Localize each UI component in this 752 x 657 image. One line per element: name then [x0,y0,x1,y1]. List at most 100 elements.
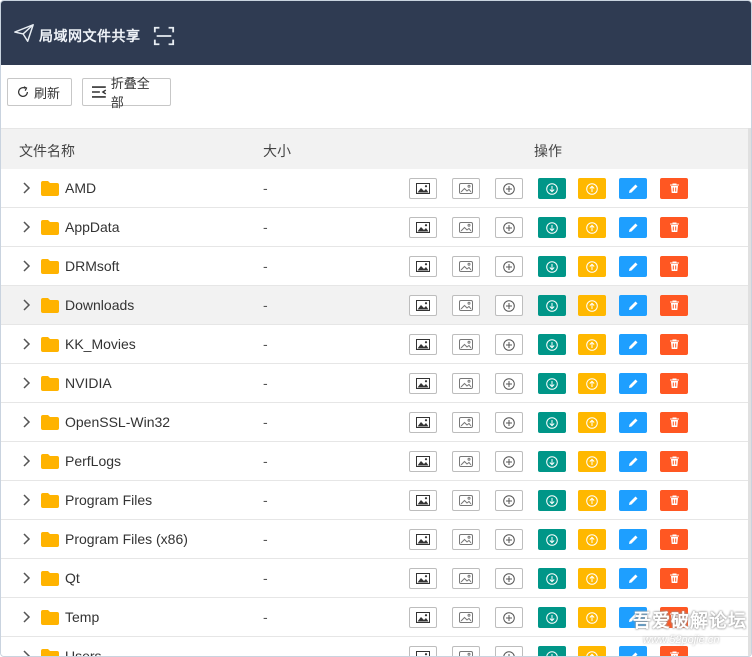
chevron-right-icon[interactable] [21,299,31,311]
table-row[interactable]: OpenSSL-Win32 - [1,403,751,442]
preview-button[interactable] [409,334,437,355]
preview-button[interactable] [409,412,437,433]
table-row[interactable]: Program Files (x86) - [1,520,751,559]
download-button[interactable] [538,295,566,316]
upload-button[interactable] [578,217,606,238]
download-button[interactable] [538,178,566,199]
preview-button[interactable] [409,607,437,628]
file-name[interactable]: AppData [65,219,119,235]
file-name[interactable]: NVIDIA [65,375,112,391]
chevron-right-icon[interactable] [21,650,31,657]
download-button[interactable] [538,217,566,238]
upload-button[interactable] [578,373,606,394]
preview-button[interactable] [409,217,437,238]
rename-button[interactable] [619,646,647,656]
table-row[interactable]: Program Files - [1,481,751,520]
thumbnail-button[interactable] [452,295,480,316]
preview-button[interactable] [409,529,437,550]
chevron-right-icon[interactable] [21,377,31,389]
table-row[interactable]: Qt - [1,559,751,598]
download-button[interactable] [538,607,566,628]
file-name[interactable]: Users [65,648,102,656]
thumbnail-button[interactable] [452,178,480,199]
delete-button[interactable] [660,529,688,550]
file-name[interactable]: Qt [65,570,80,586]
rename-button[interactable] [619,373,647,394]
preview-button[interactable] [409,256,437,277]
file-name[interactable]: PerfLogs [65,453,121,469]
preview-button[interactable] [409,178,437,199]
rename-button[interactable] [619,529,647,550]
chevron-right-icon[interactable] [21,494,31,506]
delete-button[interactable] [660,373,688,394]
upload-button[interactable] [578,646,606,656]
download-button[interactable] [538,256,566,277]
add-button[interactable] [495,646,523,656]
thumbnail-button[interactable] [452,334,480,355]
rename-button[interactable] [619,490,647,511]
add-button[interactable] [495,217,523,238]
upload-button[interactable] [578,178,606,199]
add-button[interactable] [495,568,523,589]
chevron-right-icon[interactable] [21,572,31,584]
file-name[interactable]: Downloads [65,297,134,313]
table-row[interactable]: PerfLogs - [1,442,751,481]
delete-button[interactable] [660,217,688,238]
chevron-right-icon[interactable] [21,533,31,545]
add-button[interactable] [495,295,523,316]
refresh-button[interactable]: 刷新 [7,78,72,106]
delete-button[interactable] [660,334,688,355]
chevron-right-icon[interactable] [21,455,31,467]
download-button[interactable] [538,412,566,433]
upload-button[interactable] [578,490,606,511]
add-button[interactable] [495,334,523,355]
download-button[interactable] [538,568,566,589]
file-name[interactable]: AMD [65,180,96,196]
preview-button[interactable] [409,451,437,472]
thumbnail-button[interactable] [452,568,480,589]
file-name[interactable]: DRMsoft [65,258,119,274]
delete-button[interactable] [660,295,688,316]
add-button[interactable] [495,529,523,550]
file-name[interactable]: Temp [65,609,99,625]
add-button[interactable] [495,607,523,628]
add-button[interactable] [495,490,523,511]
add-button[interactable] [495,451,523,472]
upload-button[interactable] [578,529,606,550]
add-button[interactable] [495,373,523,394]
download-button[interactable] [538,646,566,656]
preview-button[interactable] [409,295,437,316]
file-name[interactable]: KK_Movies [65,336,136,352]
upload-button[interactable] [578,568,606,589]
download-button[interactable] [538,529,566,550]
table-row[interactable]: AppData - [1,208,751,247]
file-name[interactable]: Program Files (x86) [65,531,188,547]
preview-button[interactable] [409,490,437,511]
upload-button[interactable] [578,412,606,433]
file-name[interactable]: Program Files [65,492,152,508]
chevron-right-icon[interactable] [21,260,31,272]
delete-button[interactable] [660,256,688,277]
rename-button[interactable] [619,217,647,238]
collapse-all-button[interactable]: 折叠全部 [82,76,171,110]
upload-button[interactable] [578,451,606,472]
thumbnail-button[interactable] [452,646,480,656]
rename-button[interactable] [619,412,647,433]
upload-button[interactable] [578,256,606,277]
download-button[interactable] [538,334,566,355]
delete-button[interactable] [660,607,688,628]
add-button[interactable] [495,256,523,277]
chevron-right-icon[interactable] [21,416,31,428]
rename-button[interactable] [619,607,647,628]
chevron-right-icon[interactable] [21,611,31,623]
rename-button[interactable] [619,568,647,589]
download-button[interactable] [538,451,566,472]
thumbnail-button[interactable] [452,529,480,550]
chevron-right-icon[interactable] [21,182,31,194]
thumbnail-button[interactable] [452,607,480,628]
rename-button[interactable] [619,256,647,277]
preview-button[interactable] [409,568,437,589]
download-button[interactable] [538,490,566,511]
chevron-right-icon[interactable] [21,221,31,233]
download-button[interactable] [538,373,566,394]
